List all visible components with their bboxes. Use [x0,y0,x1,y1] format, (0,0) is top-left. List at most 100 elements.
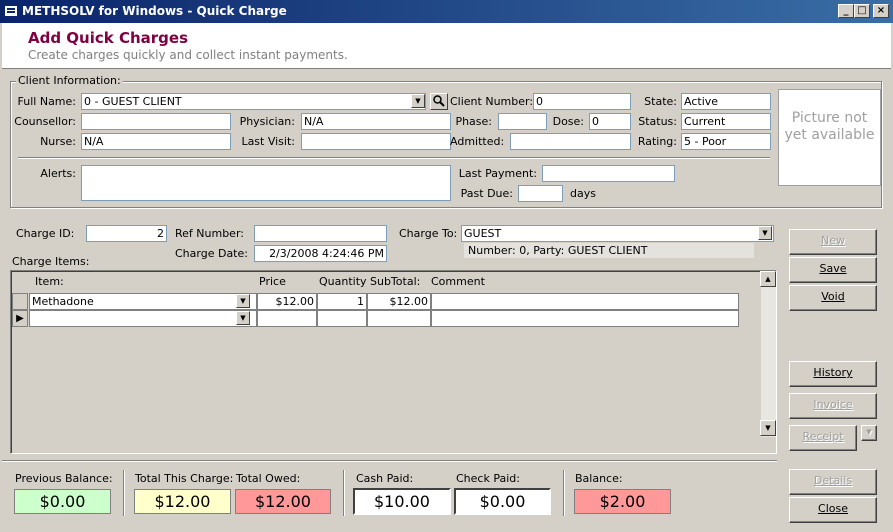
magnifier-icon[interactable] [430,93,448,110]
check-paid-input[interactable]: $0.00 [454,488,551,515]
dose-label: Dose: [552,115,584,128]
title-bar: METHSOLV for Windows - Quick Charge _ □ … [0,0,893,23]
totals-separator [563,470,564,516]
dropdown-arrow-icon[interactable]: ▼ [411,94,425,108]
minimize-button[interactable]: _ [838,4,854,18]
details-button-label: Details [813,474,853,487]
charge-to-label: Charge To: [399,227,458,240]
row-selector[interactable] [12,293,28,310]
receipt-options-button[interactable]: ▼ [861,425,877,441]
col-comment-header: Comment [431,275,485,288]
charge-date-label: Charge Date: [175,247,248,260]
charge-to-combo[interactable]: GUEST [461,225,774,242]
ref-number-field[interactable] [254,225,387,242]
item-cell[interactable]: Methadone [29,293,257,310]
physician-field[interactable]: N/A [301,113,451,130]
save-button[interactable]: Save [789,257,877,283]
comment-cell[interactable] [431,293,739,310]
total-this-charge-label: Total This Charge: [135,472,234,485]
rating-field[interactable]: 5 - Poor [681,133,771,150]
new-price-cell[interactable] [257,310,317,327]
new-button[interactable]: New [789,229,877,255]
check-paid-label: Check Paid: [456,472,520,485]
dropdown-arrow-icon[interactable]: ▼ [758,226,772,240]
charge-date-field[interactable]: 2/3/2008 4:24:46 PM [254,245,387,262]
full-name-combo[interactable]: 0 - GUEST CLIENT [81,93,426,110]
receipt-button[interactable]: Receipt [789,425,857,451]
new-subtotal-cell[interactable] [367,310,431,327]
charge-items-label: Charge Items: [12,255,90,268]
total-owed-label: Total Owed: [236,472,301,485]
quantity-cell[interactable]: 1 [317,293,367,310]
col-quantity-header: Quantity [319,275,367,288]
form-subtitle: Create charges quickly and collect insta… [28,48,348,62]
full-name-label: Full Name: [17,95,76,108]
dose-field[interactable]: 0 [589,113,631,130]
scroll-down-button[interactable]: ▼ [760,420,776,436]
close-button-label: Close [818,502,848,515]
alerts-label: Alerts: [40,167,76,180]
history-button[interactable]: History [789,361,877,387]
current-record-icon[interactable]: ▶ [12,310,28,327]
invoice-button[interactable]: Invoice [789,393,877,419]
info-divider [18,157,770,158]
counsellor-field[interactable] [81,113,231,130]
total-owed-value: $12.00 [235,489,331,514]
subtotal-cell[interactable]: $12.00 [367,293,431,310]
history-button-label: History [813,366,853,379]
form-header: Add Quick Charges Create charges quickly… [2,23,891,69]
counsellor-label: Counsellor: [14,115,76,128]
charge-id-label: Charge ID: [16,227,75,240]
ref-number-label: Ref Number: [175,227,244,240]
previous-balance-label: Previous Balance: [15,472,113,485]
dropdown-arrow-icon[interactable]: ▼ [236,311,250,325]
app-window-icon[interactable] [4,5,18,17]
past-due-field[interactable] [518,185,563,202]
new-quantity-cell[interactable] [317,310,367,327]
last-payment-field[interactable] [542,165,675,182]
balance-label: Balance: [575,472,623,485]
cash-paid-input[interactable]: $10.00 [353,488,451,515]
invoice-button-label: Invoice [813,398,853,411]
physician-label: Physician: [239,115,295,128]
rating-label: Rating: [637,135,677,148]
close-button[interactable]: Close [789,497,877,523]
details-button[interactable]: Details [789,469,877,495]
status-field[interactable]: Current [681,113,771,130]
dropdown-arrow-icon[interactable]: ▼ [236,294,250,308]
phase-field[interactable] [498,113,547,130]
previous-balance-value: $0.00 [14,489,111,514]
nurse-field[interactable]: N/A [81,133,231,150]
admitted-label: Admitted: [450,135,505,148]
void-button-label: Void [821,290,845,303]
receipt-button-label: Receipt [802,430,844,443]
col-subtotal-header: SubTotal: [370,275,421,288]
last-visit-label: Last Visit: [241,135,295,148]
maximize-button[interactable]: □ [854,4,870,18]
totals-separator [123,470,124,516]
balance-value: $2.00 [574,489,671,514]
new-comment-cell[interactable] [431,310,739,327]
phase-label: Phase: [455,115,492,128]
total-this-charge-value: $12.00 [134,489,231,514]
save-button-label: Save [819,262,847,275]
totals-separator [343,470,344,516]
client-number-field[interactable]: 0 [533,93,631,110]
totals-divider [2,460,777,461]
charge-id-field[interactable]: 2 [86,225,167,242]
window-title: METHSOLV for Windows - Quick Charge [22,4,287,18]
grid-scrollbar[interactable] [760,271,776,437]
client-picture: Picture not yet available [778,89,881,186]
admitted-field[interactable] [510,133,631,150]
past-due-label: Past Due: [460,187,513,200]
last-visit-field[interactable] [301,133,451,150]
void-button[interactable]: Void [789,285,877,311]
price-cell[interactable]: $12.00 [257,293,317,310]
state-field[interactable]: Active [681,93,771,110]
client-number-label: Client Number: [450,95,534,108]
close-window-button[interactable]: × [873,4,889,18]
scroll-up-button[interactable]: ▲ [760,271,776,287]
state-label: State: [644,95,677,108]
alerts-field[interactable] [81,165,451,201]
new-item-cell[interactable] [29,310,257,327]
